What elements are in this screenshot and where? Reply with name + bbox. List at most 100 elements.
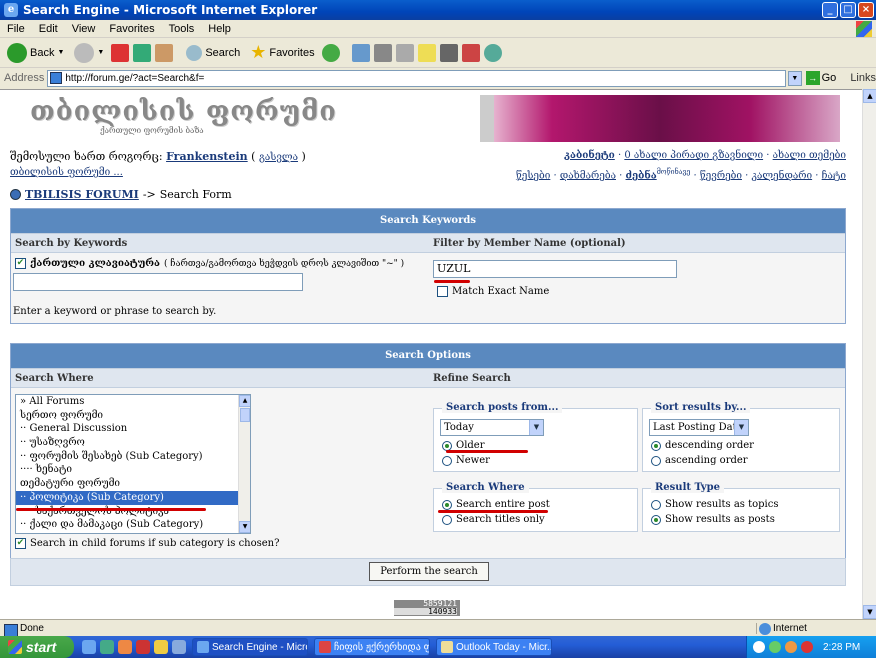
- scroll-down-icon[interactable]: ▼: [863, 605, 876, 619]
- edit-icon[interactable]: [395, 43, 414, 62]
- search-label: Search: [205, 46, 241, 59]
- breadcrumb-forum-link[interactable]: TBILISIS FORUMI: [25, 188, 139, 201]
- nav-new-topics[interactable]: ახალი თემები: [773, 150, 846, 161]
- maximize-button[interactable]: □: [840, 2, 856, 18]
- forward-button[interactable]: ▼: [71, 41, 107, 65]
- clock[interactable]: 2:28 PM: [823, 642, 860, 653]
- start-button[interactable]: start: [0, 636, 74, 658]
- media-icon[interactable]: [136, 640, 150, 654]
- logout-link[interactable]: გასვლა: [259, 152, 298, 163]
- nav-messages[interactable]: 0 ახალი პირადი გზავნილი: [624, 150, 763, 161]
- forum-option[interactable]: ·· ფორუმის შესახებ (Sub Category): [16, 450, 250, 464]
- history-icon[interactable]: [321, 43, 340, 62]
- posts-from-select[interactable]: Today ▼: [440, 419, 544, 436]
- go-button[interactable]: → Go: [805, 71, 836, 85]
- menu-tools[interactable]: Tools: [162, 23, 202, 35]
- sort-select[interactable]: Last Posting Date ▼: [649, 419, 749, 436]
- forum-option[interactable]: სერთო ფორუმი: [16, 409, 250, 423]
- menu-edit[interactable]: Edit: [32, 23, 65, 35]
- task-search-engine[interactable]: Search Engine - Micro...: [192, 638, 308, 656]
- forum-option[interactable]: ·· General Discussion: [16, 422, 250, 436]
- child-forums-checkbox[interactable]: ✔: [15, 538, 26, 549]
- forum-option[interactable]: ···· საქართველოს პოლიტიკა: [16, 505, 250, 519]
- forum-option[interactable]: თემატური ფორუმი: [16, 477, 250, 491]
- stop-icon[interactable]: [111, 43, 130, 62]
- topics-radio[interactable]: [651, 499, 661, 510]
- descending-radio[interactable]: [651, 440, 661, 451]
- mail-icon[interactable]: [351, 43, 370, 62]
- topics-option[interactable]: Show results as topics: [651, 499, 779, 510]
- titles-only-radio[interactable]: [442, 514, 452, 525]
- nav-rules[interactable]: წესები: [516, 170, 550, 181]
- perform-search-button[interactable]: Perform the search: [369, 562, 489, 581]
- print-icon[interactable]: [373, 43, 392, 62]
- tray-icon[interactable]: [753, 641, 765, 653]
- page-scrollbar[interactable]: ▲ ▼: [862, 89, 876, 619]
- ie-icon[interactable]: [82, 640, 96, 654]
- scroll-down-icon[interactable]: ▼: [239, 521, 250, 533]
- ascending-option[interactable]: ascending order: [651, 455, 748, 466]
- scroll-up-icon[interactable]: ▲: [239, 395, 250, 407]
- listbox-scrollbar[interactable]: ▲ ▼: [238, 395, 250, 533]
- messenger-icon[interactable]: [100, 640, 114, 654]
- firefox-icon[interactable]: [118, 640, 132, 654]
- forum-option-selected[interactable]: ·· პოლიტიკა (Sub Category): [16, 490, 250, 505]
- favorites-button[interactable]: ★ Favorites: [247, 40, 317, 65]
- forum-option[interactable]: ·· ქალი და მამაკაცი (Sub Category): [16, 518, 250, 532]
- tray-icon[interactable]: [785, 641, 797, 653]
- entire-post-radio[interactable]: [442, 499, 452, 510]
- back-button[interactable]: Back ▼: [4, 41, 67, 65]
- address-dropdown[interactable]: ▼: [788, 70, 802, 86]
- forums-link[interactable]: თბილისის ფორუმი ...: [10, 167, 123, 178]
- tray-icon[interactable]: [769, 641, 781, 653]
- georgian-keyboard-checkbox[interactable]: ✔: [15, 258, 26, 269]
- refresh-icon[interactable]: [133, 43, 152, 62]
- posts-radio[interactable]: [651, 514, 661, 525]
- ad-banner[interactable]: [480, 95, 840, 142]
- messenger-icon[interactable]: [483, 43, 502, 62]
- minimize-button[interactable]: _: [822, 2, 838, 18]
- posts-option[interactable]: Show results as posts: [651, 514, 775, 525]
- links-button[interactable]: Links: [850, 72, 876, 84]
- download-icon[interactable]: [461, 43, 480, 62]
- nav-cabinet[interactable]: კაბინეტი: [564, 150, 615, 161]
- forum-option[interactable]: » All Forums: [16, 395, 250, 409]
- titles-only-option[interactable]: Search titles only: [442, 514, 545, 525]
- older-radio[interactable]: [442, 440, 452, 451]
- forum-option[interactable]: ···· ხენატი: [16, 463, 250, 477]
- forum-listbox[interactable]: » All Forums სერთო ფორუმი ·· General Dis…: [15, 394, 251, 534]
- nav-members[interactable]: წევრები: [700, 170, 742, 181]
- newer-radio[interactable]: [442, 455, 452, 466]
- desktop-icon[interactable]: [172, 640, 186, 654]
- forum-option[interactable]: ·· უსაზღვრო: [16, 436, 250, 450]
- search-button[interactable]: Search: [183, 43, 243, 63]
- nav-search[interactable]: ძებნა: [626, 170, 657, 181]
- menu-help[interactable]: Help: [201, 23, 238, 35]
- scroll-up-icon[interactable]: ▲: [863, 89, 876, 103]
- menu-favorites[interactable]: Favorites: [102, 23, 161, 35]
- folder-icon[interactable]: [154, 640, 168, 654]
- username-link[interactable]: Frankenstein: [166, 150, 248, 163]
- task-window-2[interactable]: ჩიფის ჟქრერხიდა ფ...: [314, 638, 430, 656]
- member-name-input[interactable]: UZUL: [433, 260, 677, 278]
- menu-file[interactable]: File: [0, 23, 32, 35]
- entire-post-option[interactable]: Search entire post: [442, 499, 550, 510]
- nav-calendar[interactable]: კალენდარი: [752, 170, 813, 181]
- address-input[interactable]: http://forum.ge/?act=Search&f=: [47, 69, 787, 87]
- nav-help[interactable]: დახმარება: [560, 170, 616, 181]
- ascending-radio[interactable]: [651, 455, 661, 466]
- close-button[interactable]: ×: [858, 2, 874, 18]
- tray-icon[interactable]: [801, 641, 813, 653]
- home-icon[interactable]: [155, 43, 174, 62]
- site-logo[interactable]: თბილისის ფორუმი ქართული ფორუმის ბაზა: [10, 96, 336, 138]
- keyword-input[interactable]: [13, 273, 303, 291]
- k-icon[interactable]: [439, 43, 458, 62]
- newer-option[interactable]: Newer: [442, 455, 490, 466]
- scroll-thumb[interactable]: [240, 408, 250, 422]
- menu-view[interactable]: View: [65, 23, 103, 35]
- task-outlook[interactable]: Outlook Today - Micr...: [436, 638, 552, 656]
- exact-name-checkbox[interactable]: [437, 286, 448, 297]
- nav-chat[interactable]: ჩატი: [822, 170, 846, 181]
- notes-icon[interactable]: [417, 43, 436, 62]
- descending-option[interactable]: descending order: [651, 440, 754, 451]
